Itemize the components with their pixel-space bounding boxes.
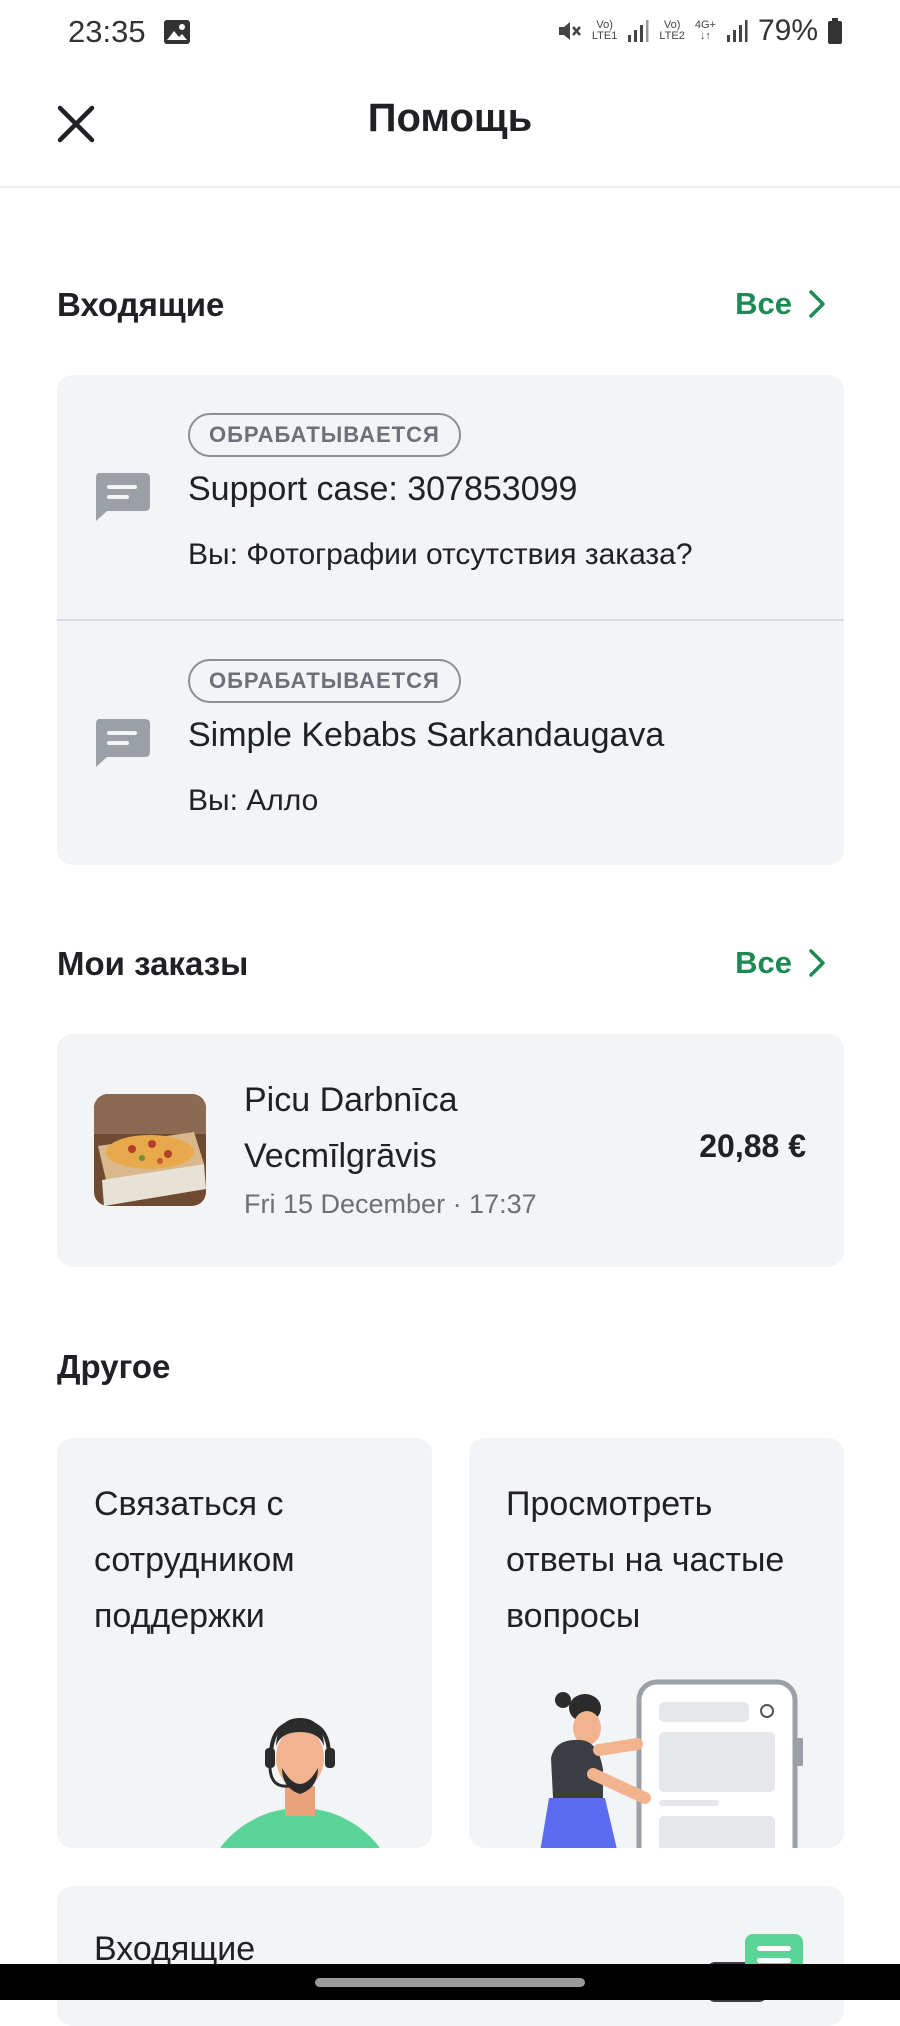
inbox-shortcut-card[interactable]: Входящие [57, 1886, 844, 2026]
inbox-item[interactable]: ОБРАБАТЫВАЕТСЯ Simple Kebabs Sarkandauga… [57, 621, 844, 865]
other-title: Другое [57, 1348, 171, 1385]
inbox-section-header: Входящие Все [57, 286, 844, 336]
inbox-item-title: Support case: 307853099 [188, 470, 578, 508]
inbox-card: ОБРАБАТЫВАЕТСЯ Support case: 307853099 В… [57, 375, 844, 865]
inbox-see-all-button[interactable]: Все [735, 286, 826, 322]
orders-section-header: Мои заказы Все [57, 945, 844, 995]
inbox-item-subtitle: Вы: Алло [188, 784, 319, 817]
sim2-indicator: Vo) LTE2 [659, 19, 685, 42]
inbox-item[interactable]: ОБРАБАТЫВАЕТСЯ Support case: 307853099 В… [57, 375, 844, 620]
chat-icon [96, 473, 150, 521]
order-restaurant-name: Picu Darbnīca Vecmīlgrāvis [244, 1081, 458, 1175]
orders-title: Мои заказы [57, 945, 249, 982]
gallery-notification-icon [164, 20, 190, 44]
chat-icon [96, 719, 150, 767]
status-badge: ОБРАБАТЫВАЕТСЯ [188, 413, 461, 457]
system-nav-bar [0, 1964, 900, 2000]
battery-percent: 79% [757, 14, 818, 47]
inbox-title: Входящие [57, 286, 225, 323]
other-section-header: Другое [57, 1348, 844, 1398]
status-time: 23:35 [68, 14, 146, 49]
order-date: Fri 15 December · 17:37 [244, 1189, 537, 1219]
page-title: Помощь [367, 96, 533, 140]
faq-tile[interactable]: Просмотреть ответы на частые вопросы [469, 1438, 844, 1848]
sim1-indicator: Vo) LTE1 [591, 19, 618, 42]
faq-label: Просмотреть ответы на частые вопросы [506, 1485, 785, 1635]
see-all-label: Все [735, 286, 792, 321]
app-header: Помощь [0, 66, 900, 188]
status-badge: ОБРАБАТЫВАЕТСЯ [188, 659, 461, 703]
battery-icon [828, 18, 842, 44]
inbox-item-title: Simple Kebabs Sarkandaugava [188, 716, 665, 754]
inbox-item-subtitle: Вы: Фотографии отсутствия заказа? [188, 538, 693, 571]
order-price: 20,88 € [699, 1128, 806, 1164]
contact-support-tile[interactable]: Связаться с сотрудником поддержки [57, 1438, 432, 1848]
status-indicators: Vo) LTE1 Vo) LTE2 4G+ ↓↑ 79% [556, 14, 842, 48]
signal-icon [628, 20, 649, 42]
pizza-photo [94, 1094, 206, 1206]
chevron-right-icon [809, 290, 825, 318]
orders-see-all-button[interactable]: Все [735, 945, 826, 981]
home-gesture-handle[interactable] [315, 1978, 585, 1987]
see-all-label: Все [735, 945, 792, 980]
chevron-right-icon [809, 949, 825, 977]
order-card[interactable]: Picu Darbnīca Vecmīlgrāvis Fri 15 Decemb… [57, 1034, 844, 1267]
status-bar: 23:35 Vo) LTE1 Vo) LTE2 4G+ ↓↑ 79% [0, 0, 900, 66]
mute-icon [558, 22, 581, 40]
signal-icon [726, 20, 748, 42]
network-indicator: 4G+ ↓↑ [694, 19, 716, 42]
contact-support-label: Связаться с сотрудником поддержки [94, 1485, 295, 1635]
